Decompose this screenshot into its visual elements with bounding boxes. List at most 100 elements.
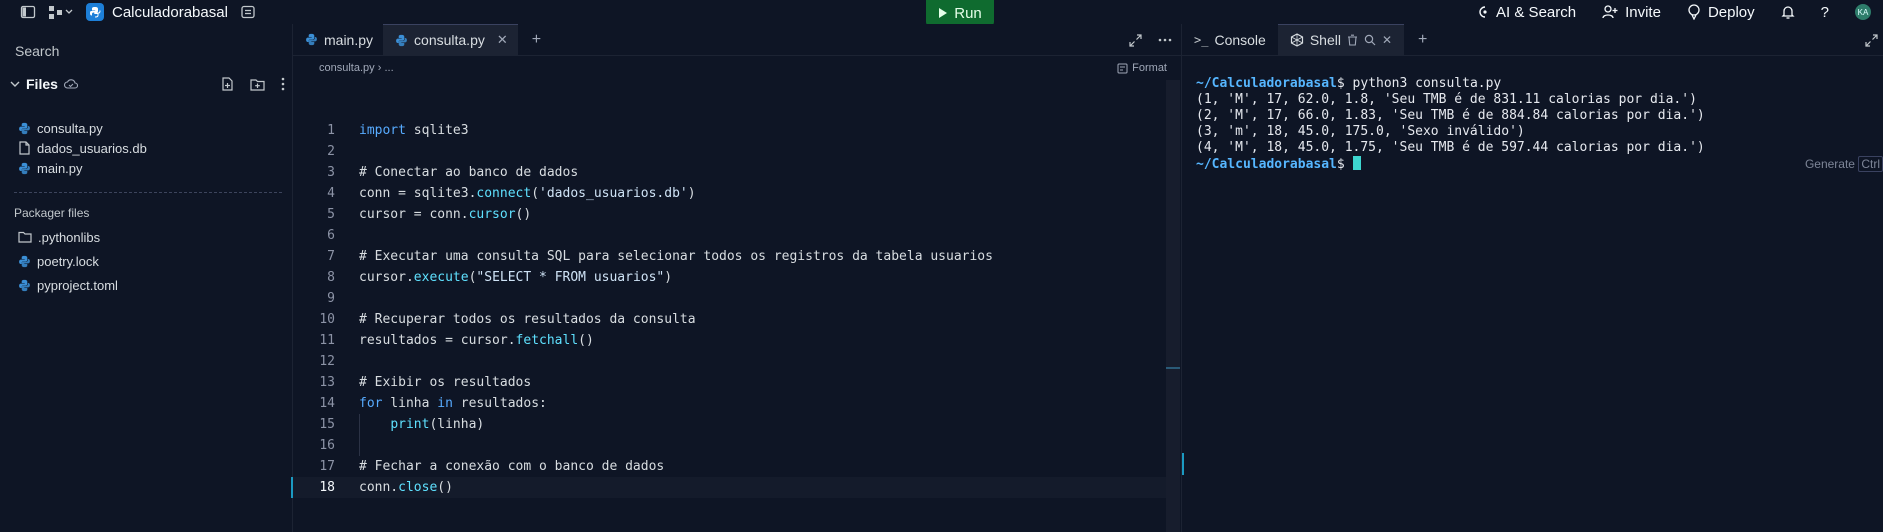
code-line: 5 cursor = conn.cursor() bbox=[327, 207, 532, 222]
code-line: 4 conn = sqlite3.connect('dados_usuarios.… bbox=[327, 186, 696, 201]
terminal-output[interactable]: ~/Calculadorabasal$ python3 consulta.py(… bbox=[1196, 76, 1705, 173]
file-item-pyproject[interactable]: pyproject.toml bbox=[18, 275, 118, 295]
breadcrumb-more[interactable]: ... bbox=[384, 62, 393, 74]
file-name: .pythonlibs bbox=[38, 229, 101, 245]
prompt-path: ~/Calculadorabasal bbox=[1196, 157, 1337, 172]
help-icon[interactable]: ? bbox=[1821, 4, 1829, 21]
shell-scroll-marker bbox=[1182, 453, 1184, 475]
files-actions bbox=[221, 74, 285, 94]
add-tab-icon[interactable]: + bbox=[1418, 31, 1427, 49]
code-line: 11 resultados = cursor.fetchall() bbox=[319, 333, 594, 348]
editor-scrollbar[interactable] bbox=[1166, 80, 1180, 532]
file-name: dados_usuarios.db bbox=[37, 140, 147, 156]
top-bar: Calculadorabasal Run AI & Search Invite … bbox=[0, 0, 1883, 26]
deploy-label: Deploy bbox=[1707, 3, 1755, 21]
file-name: poetry.lock bbox=[37, 253, 99, 269]
code-line: 6 bbox=[327, 228, 335, 243]
generate-hint[interactable]: Generate Ctrl bbox=[1805, 156, 1883, 172]
tab-main-py[interactable]: main.py bbox=[293, 24, 383, 56]
terminal-output-line: (2, 'M', 17, 66.0, 1.83, 'Seu TMB é de 8… bbox=[1196, 108, 1705, 123]
deploy-button[interactable]: Deploy bbox=[1687, 4, 1755, 21]
generate-shortcut: Ctrl bbox=[1858, 156, 1883, 172]
breadcrumb-file[interactable]: consulta.py bbox=[319, 62, 375, 74]
shell-tabs: >_ Console Shell ✕ + bbox=[1182, 23, 1883, 56]
ai-search-label: AI & Search bbox=[1496, 3, 1577, 21]
bell-icon[interactable] bbox=[1781, 4, 1795, 20]
maximize-icon[interactable] bbox=[1865, 34, 1878, 47]
code-line-current: 18 conn.close() bbox=[291, 477, 1166, 498]
run-button-label: Run bbox=[954, 4, 982, 22]
chevron-down-icon[interactable] bbox=[10, 79, 20, 89]
search-icon[interactable] bbox=[1364, 34, 1376, 46]
python-icon bbox=[306, 33, 317, 46]
format-button[interactable]: Format bbox=[1117, 62, 1167, 74]
new-file-icon[interactable] bbox=[221, 77, 234, 91]
current-line-marker bbox=[291, 477, 293, 498]
tab-label: Console bbox=[1214, 31, 1266, 48]
code-line: 15 print(linha) bbox=[319, 417, 485, 432]
file-item-main[interactable]: main.py bbox=[18, 158, 83, 178]
prompt-path: ~/Calculadorabasal bbox=[1196, 76, 1337, 91]
tab-console[interactable]: >_ Console bbox=[1182, 24, 1278, 56]
deploy-icon bbox=[1688, 4, 1700, 20]
terminal-command-line: ~/Calculadorabasal$ python3 consulta.py bbox=[1196, 76, 1705, 92]
code-editor: main.py consulta.py ✕ + consulta.py › ..… bbox=[291, 23, 1182, 532]
file-name: consulta.py bbox=[37, 120, 103, 136]
code-line: 2 bbox=[327, 144, 335, 159]
terminal-cursor bbox=[1352, 156, 1361, 170]
packager-files-label: Packager files bbox=[14, 206, 90, 220]
more-options-icon[interactable] bbox=[1158, 38, 1172, 42]
file-icon bbox=[19, 141, 30, 155]
sidebar-divider bbox=[14, 192, 282, 193]
format-icon bbox=[1117, 63, 1128, 73]
top-bar-left: Calculadorabasal bbox=[0, 3, 256, 21]
code-line: 9 bbox=[327, 291, 335, 306]
file-name: main.py bbox=[37, 160, 83, 176]
top-bar-right: AI & Search Invite Deploy ? KA bbox=[1475, 0, 1883, 24]
app-title[interactable]: Calculadorabasal bbox=[112, 4, 228, 21]
new-folder-icon[interactable] bbox=[250, 78, 265, 91]
files-header[interactable]: Files bbox=[10, 74, 285, 94]
sidebar-toggle-icon[interactable] bbox=[20, 4, 36, 20]
workspace-menu-icon[interactable] bbox=[48, 4, 74, 20]
avatar[interactable]: KA bbox=[1855, 4, 1871, 20]
invite-button[interactable]: Invite bbox=[1602, 4, 1661, 21]
cloud-sync-icon bbox=[63, 79, 78, 89]
code-line: 17 # Fechar a conexão com o banco de dado… bbox=[319, 459, 665, 474]
tab-label: Shell bbox=[1309, 32, 1341, 48]
terminal-command: python3 consulta.py bbox=[1344, 76, 1502, 91]
close-icon[interactable]: ✕ bbox=[1382, 33, 1392, 47]
prompt-symbol: $ bbox=[1336, 157, 1345, 172]
terminal-output-line: (4, 'M', 18, 45.0, 1.75, 'Seu TMB é de 5… bbox=[1196, 140, 1705, 155]
breadcrumb: consulta.py › ... bbox=[319, 62, 394, 74]
code-line: 1 import sqlite3 bbox=[327, 123, 469, 138]
close-icon[interactable]: ✕ bbox=[497, 32, 508, 48]
trash-icon[interactable] bbox=[1347, 34, 1358, 46]
shell-icon bbox=[1290, 33, 1303, 47]
files-label: Files bbox=[26, 76, 58, 92]
code-line: 14 for linha in resultados: bbox=[319, 396, 547, 411]
file-item-poetry-lock[interactable]: poetry.lock bbox=[18, 251, 99, 271]
console-icon: >_ bbox=[1194, 32, 1209, 47]
code-line: 10 # Recuperar todos os resultados da con… bbox=[319, 312, 696, 327]
history-icon[interactable] bbox=[240, 4, 256, 20]
sidebar-search[interactable]: Search bbox=[15, 43, 59, 59]
code-line: 7 # Executar uma consulta SQL para seleci… bbox=[327, 249, 993, 264]
code-area[interactable]: 1 import sqlite3 2 3 # Conectar ao banco d… bbox=[291, 120, 1166, 498]
file-item-pythonlibs[interactable]: .pythonlibs bbox=[18, 227, 100, 247]
ai-search-button[interactable]: AI & Search bbox=[1475, 4, 1576, 21]
terminal-output-line: (3, 'm', 18, 45.0, 175.0, 'Sexo inválido… bbox=[1196, 124, 1525, 139]
file-item-dados-usuarios[interactable]: dados_usuarios.db bbox=[18, 138, 147, 158]
add-user-icon bbox=[1602, 5, 1618, 19]
add-tab-icon[interactable]: + bbox=[532, 31, 541, 49]
more-options-icon[interactable] bbox=[281, 77, 285, 91]
code-line: 13 # Exibir os resultados bbox=[319, 375, 532, 390]
tab-consulta-py[interactable]: consulta.py ✕ bbox=[383, 23, 518, 56]
prompt-symbol: $ bbox=[1336, 76, 1345, 91]
tab-shell[interactable]: Shell ✕ bbox=[1277, 23, 1405, 56]
code-line: 3 # Conectar ao banco de dados bbox=[327, 165, 579, 180]
run-button[interactable]: Run bbox=[926, 0, 994, 26]
maximize-icon[interactable] bbox=[1129, 33, 1142, 47]
shell-panel: >_ Console Shell ✕ + ~/Calculadorabasal$… bbox=[1181, 23, 1883, 532]
file-item-consulta[interactable]: consulta.py bbox=[18, 118, 103, 138]
